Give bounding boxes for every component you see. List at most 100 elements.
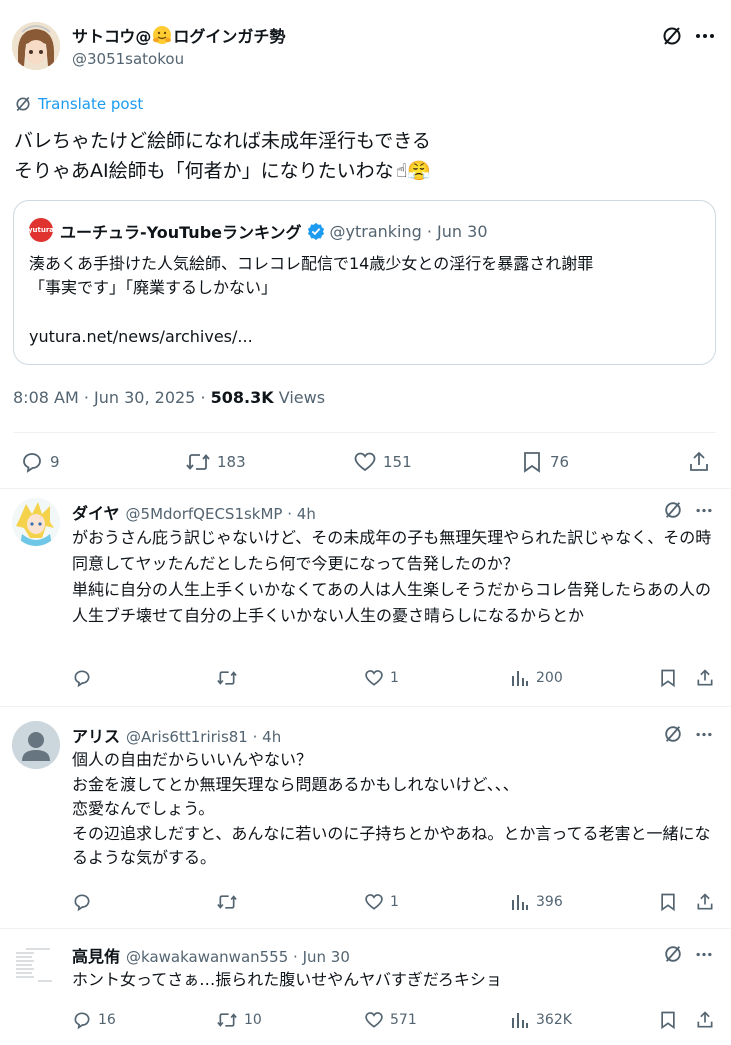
- bookmark-button[interactable]: [658, 668, 678, 688]
- bookmark-count: 76: [550, 453, 570, 471]
- like-icon: [364, 892, 384, 912]
- reply-text: がおうさん庇う訳じゃないけど、その未成年の子も無理矢理やられた訳じゃなく、その時…: [72, 528, 712, 625]
- repost-button[interactable]: 10: [216, 1010, 262, 1030]
- repost-button[interactable]: 183: [185, 450, 246, 474]
- reply-button[interactable]: [72, 668, 98, 688]
- divider: [0, 928, 731, 929]
- views-button[interactable]: 396: [510, 892, 563, 912]
- grok-icon[interactable]: [663, 500, 683, 520]
- reply-icon: [72, 668, 92, 688]
- bookmark-icon: [658, 668, 678, 688]
- like-count: 571: [390, 1012, 417, 1028]
- views-icon: [510, 668, 530, 688]
- reply-author-handle[interactable]: @Aris6tt1riris81 · 4h: [126, 728, 281, 746]
- like-button[interactable]: 1: [364, 668, 399, 688]
- reply-button[interactable]: [72, 892, 98, 912]
- reply-button[interactable]: 9: [20, 450, 60, 474]
- like-icon: [364, 668, 384, 688]
- reply-author-name[interactable]: 高見侑: [72, 943, 120, 967]
- grok-icon[interactable]: [661, 25, 683, 47]
- share-button[interactable]: [687, 450, 711, 474]
- view-count: 362K: [536, 1012, 572, 1028]
- repost-button[interactable]: [216, 668, 244, 688]
- repost-icon: [185, 450, 211, 474]
- like-icon: [353, 450, 377, 474]
- share-icon: [695, 1010, 715, 1030]
- post-emoji: ☝😤: [395, 160, 431, 182]
- reply-avatar[interactable]: [12, 941, 60, 989]
- reply-count: 9: [50, 453, 60, 471]
- quote-author-name: ユーチュラ-YouTubeランキング: [60, 223, 302, 242]
- translate-label: Translate post: [38, 95, 144, 113]
- reply-avatar[interactable]: [12, 721, 60, 769]
- views-button[interactable]: 200: [510, 668, 563, 688]
- more-icon[interactable]: [695, 33, 715, 39]
- like-button[interactable]: 1: [364, 892, 399, 912]
- repost-button[interactable]: [216, 892, 244, 912]
- translate-icon: [14, 95, 32, 113]
- like-count: 1: [390, 894, 399, 910]
- divider: [13, 432, 716, 433]
- share-button[interactable]: [695, 892, 715, 912]
- views-icon: [510, 892, 530, 912]
- author-avatar[interactable]: [12, 22, 60, 70]
- more-icon[interactable]: [695, 508, 713, 513]
- share-button[interactable]: [695, 1010, 715, 1030]
- more-icon[interactable]: [695, 952, 713, 957]
- grok-icon[interactable]: [663, 724, 683, 744]
- post-timestamp[interactable]: 8:08 AM · Jun 30, 2025 ·: [13, 388, 211, 407]
- reply-author-name[interactable]: ダイヤ: [72, 500, 120, 524]
- divider: [0, 706, 731, 707]
- like-button[interactable]: 151: [353, 450, 412, 474]
- reply-icon: [72, 892, 92, 912]
- views-count: 508.3K: [210, 388, 274, 407]
- repost-count: 10: [244, 1012, 262, 1028]
- quote-logo-text: yutura: [27, 226, 55, 234]
- view-count: 200: [536, 670, 563, 686]
- bookmark-icon: [658, 892, 678, 912]
- reply-avatar[interactable]: [12, 498, 60, 546]
- bookmark-icon: [658, 1010, 678, 1030]
- bookmark-button[interactable]: [658, 892, 678, 912]
- bookmark-icon: [520, 450, 544, 474]
- grok-icon[interactable]: [663, 944, 683, 964]
- repost-icon: [216, 892, 238, 912]
- author-name-suffix[interactable]: ログインガチ勢: [173, 23, 285, 47]
- reply-text: 個人の自由だからいいんやない？ お金を渡してとか無理矢理なら問題あるかもしれない…: [72, 750, 711, 867]
- share-icon: [695, 668, 715, 688]
- quote-avatar[interactable]: yutura: [27, 218, 55, 242]
- repost-icon: [216, 1010, 238, 1030]
- reply-author-handle[interactable]: @kawakawanwan555 · Jun 30: [126, 948, 350, 966]
- reply-author-handle[interactable]: @5MdorfQECS1skMP · 4h: [126, 505, 316, 523]
- hug-emoji-icon: [152, 25, 172, 45]
- like-icon: [364, 1010, 384, 1030]
- post-text: バレちゃたけど絵師になれば未成年淫行もできる そりゃあAI絵師も「何者か」になり…: [14, 130, 431, 182]
- like-button[interactable]: 571: [364, 1010, 417, 1030]
- reply-text: ホント女ってさぁ…振られた腹いせやんヤバすぎだろキショ: [72, 970, 502, 989]
- views-label: Views: [273, 388, 326, 407]
- share-icon: [687, 450, 711, 474]
- views-button[interactable]: 362K: [510, 1010, 572, 1030]
- author-name[interactable]: サトコウ@: [72, 23, 151, 47]
- bookmark-button[interactable]: 76: [520, 450, 569, 474]
- reply-icon: [20, 450, 44, 474]
- like-count: 151: [383, 453, 412, 471]
- repost-icon: [216, 668, 238, 688]
- reply-author-name[interactable]: アリス: [72, 723, 120, 747]
- reply-count: 16: [98, 1012, 116, 1028]
- reply-button[interactable]: 16: [72, 1010, 116, 1030]
- author-handle[interactable]: @3051satokou: [72, 50, 184, 68]
- quote-handle-date: @ytranking · Jun 30: [329, 221, 488, 241]
- reply-icon: [72, 1010, 92, 1030]
- share-button[interactable]: [695, 668, 715, 688]
- translate-post-link[interactable]: Translate post: [14, 95, 143, 113]
- more-icon[interactable]: [695, 732, 713, 737]
- bookmark-button[interactable]: [658, 1010, 678, 1030]
- quote-text: 湊あくあ手掛けた人気絵師、コレコレ配信で14歳少女との淫行を暴露され謝罪 「事実…: [29, 254, 594, 297]
- quote-link[interactable]: yutura.net/news/archives/...: [29, 327, 253, 346]
- share-icon: [695, 892, 715, 912]
- repost-count: 183: [217, 453, 246, 471]
- like-count: 1: [390, 670, 399, 686]
- divider: [0, 488, 731, 489]
- views-icon: [510, 1010, 530, 1030]
